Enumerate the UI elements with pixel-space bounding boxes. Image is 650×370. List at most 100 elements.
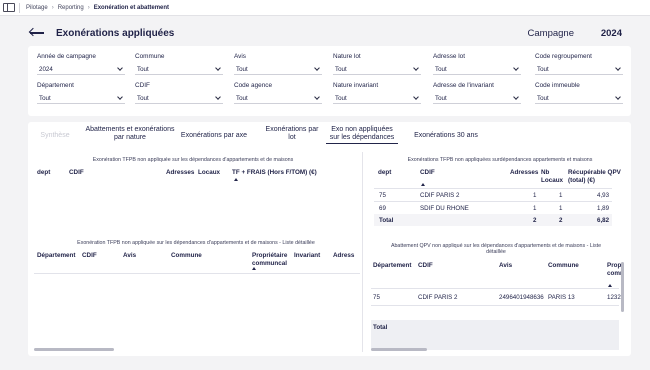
filter-select[interactable]: Tout — [234, 64, 322, 75]
chevron-down-icon — [215, 93, 221, 100]
column-header[interactable]: Nb Locaux — [541, 169, 563, 184]
sort-asc-icon[interactable] — [608, 284, 612, 287]
total-locaux: 2 — [559, 217, 563, 224]
table-title: Abattement QPV non appliqué sur les dépe… — [390, 243, 602, 255]
filter-select[interactable]: Tout — [333, 64, 421, 75]
divider — [34, 273, 360, 274]
tab-exo-non-appliquees[interactable]: Exo non appliquées sur les dépendances — [326, 126, 398, 144]
back-arrow-icon[interactable] — [28, 27, 46, 39]
divider — [374, 201, 612, 202]
column-header[interactable]: Adresses — [166, 169, 194, 177]
sort-asc-icon[interactable] — [421, 183, 425, 186]
filter-label: Commune — [135, 53, 165, 60]
filter-select[interactable]: Tout — [234, 93, 322, 104]
cell-cdif: SDIF DU RHONE — [420, 205, 469, 212]
filter-adresse-lot[interactable]: Adresse lot Tout — [433, 53, 521, 75]
chevron-down-icon — [314, 64, 320, 71]
filter-select[interactable]: Tout — [535, 64, 623, 75]
filter-commune[interactable]: Commune Tout — [135, 53, 223, 75]
tab-exonerations-lot[interactable]: Exonérations par lot — [264, 126, 320, 142]
column-header[interactable]: Département — [373, 262, 412, 270]
filter-code-regroupement[interactable]: Code regroupement Tout — [535, 53, 623, 75]
filter-cdif[interactable]: CDIF Tout — [135, 82, 223, 104]
chevron-down-icon — [615, 93, 621, 100]
column-header[interactable]: Invariant — [294, 252, 320, 260]
page-title: Exonérations appliquées — [56, 27, 175, 39]
filter-avis[interactable]: Avis Tout — [234, 53, 322, 75]
filter-select[interactable]: Tout — [333, 93, 421, 104]
column-header[interactable]: dept — [378, 169, 391, 177]
filter-label: Département — [37, 82, 74, 89]
chevron-down-icon — [513, 93, 519, 100]
filter-label: Code regroupement — [535, 53, 592, 60]
campaign-label: Campagne — [527, 27, 574, 39]
filter-adresse-invariant[interactable]: Adresse de l'invariant Tout — [433, 82, 521, 104]
column-header[interactable]: Avis — [123, 252, 136, 260]
column-header[interactable]: Locaux — [198, 169, 220, 177]
filter-select[interactable]: Tout — [433, 93, 521, 104]
sort-asc-icon[interactable] — [234, 178, 238, 181]
filter-departement[interactable]: Département Tout — [37, 82, 125, 104]
cell-recup: 4,93 — [597, 192, 610, 199]
filter-value: Tout — [335, 94, 347, 102]
breadcrumb-item-pilotage[interactable]: Pilotage — [26, 5, 48, 11]
tab-synthese[interactable]: Synthèse — [40, 132, 70, 140]
filter-value: Tout — [236, 65, 248, 73]
filter-label: Code immeuble — [535, 82, 580, 89]
filter-label: Code agence — [234, 82, 273, 89]
top-bar: Pilotage › Reporting › Exonération et ab… — [0, 0, 650, 16]
horizontal-scrollbar[interactable] — [371, 348, 427, 351]
tab-exonerations-30-ans[interactable]: Exonérations 30 ans — [410, 132, 482, 140]
page-header: Exonérations appliquées Campagne 2024 — [28, 24, 624, 42]
filter-code-immeuble[interactable]: Code immeuble Tout — [535, 82, 623, 104]
total-adresses: 2 — [533, 217, 537, 224]
cell-dept: 75 — [373, 294, 380, 301]
column-header[interactable]: CDIF — [82, 252, 97, 260]
tab-abattements-exonerations-nature[interactable]: Abattements et exonérations par nature — [80, 126, 180, 142]
column-header[interactable]: CDIF — [69, 169, 84, 177]
column-header[interactable]: dept — [37, 169, 50, 177]
filter-value: Tout — [236, 94, 248, 102]
horizontal-scrollbar[interactable] — [34, 348, 114, 351]
filter-code-agence[interactable]: Code agence Tout — [234, 82, 322, 104]
table-title: Exonérations TFPB non appliquées surdépe… — [407, 157, 593, 163]
column-header[interactable]: CDIF — [420, 169, 435, 177]
chevron-down-icon — [413, 93, 419, 100]
chevron-down-icon — [117, 64, 123, 71]
filter-select[interactable]: Tout — [135, 93, 223, 104]
filter-select[interactable]: Tout — [433, 64, 521, 75]
column-header[interactable]: Propriétaire communcal — [252, 252, 290, 267]
column-header[interactable]: Adress — [333, 252, 354, 260]
vertical-scrollbar[interactable] — [621, 262, 624, 312]
filter-select[interactable]: Tout — [135, 64, 223, 75]
filter-value: Tout — [137, 65, 149, 73]
filter-select[interactable]: Tout — [535, 93, 623, 104]
column-header[interactable]: Adresses — [510, 169, 538, 177]
filter-annee-campagne[interactable]: Année de campagne 2024 — [37, 53, 125, 75]
filter-select[interactable]: Tout — [37, 93, 125, 104]
cell-cdif: CDIF PARIS 2 — [420, 192, 460, 199]
cell-locaux: 1 — [559, 205, 563, 212]
sidebar-toggle-icon[interactable] — [3, 3, 15, 12]
filter-value: Tout — [537, 65, 549, 73]
filter-nature-invariant[interactable]: Nature invariant Tout — [333, 82, 421, 104]
filter-value: Tout — [435, 94, 447, 102]
column-header[interactable]: CDIF — [418, 262, 433, 270]
column-header[interactable]: Avis — [499, 262, 512, 270]
total-row — [371, 320, 619, 350]
sort-asc-icon[interactable] — [252, 267, 256, 270]
filter-select[interactable]: 2024 — [37, 64, 125, 75]
column-header[interactable]: TF + FRAIS (Hors F/TOM) (€) — [232, 169, 317, 177]
cell-commune: PARIS 13 — [548, 294, 575, 301]
filter-label: Adresse lot — [433, 53, 465, 60]
cell-dept: 75 — [379, 192, 386, 199]
filter-value: Tout — [39, 94, 51, 102]
column-header[interactable]: Commune — [548, 262, 579, 270]
filter-value: Tout — [137, 94, 149, 102]
column-header[interactable]: Commune — [171, 252, 202, 260]
breadcrumb-item-reporting[interactable]: Reporting — [58, 5, 84, 11]
filter-nature-lot[interactable]: Nature lot Tout — [333, 53, 421, 75]
tab-exonerations-axe[interactable]: Exonérations par axe — [178, 132, 250, 140]
column-header[interactable]: Récupérable QPV (total) (€) — [568, 169, 628, 184]
column-header[interactable]: Département — [37, 252, 76, 260]
